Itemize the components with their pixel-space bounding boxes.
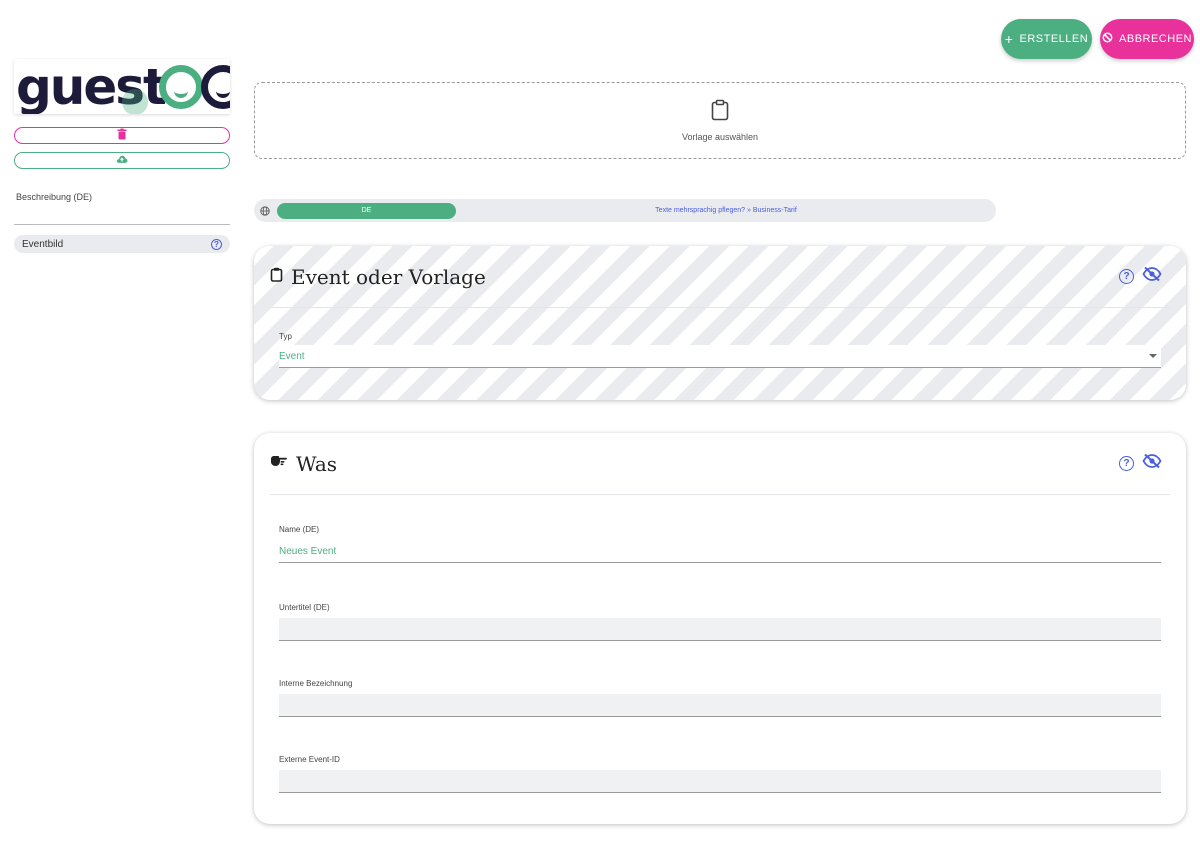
description-input[interactable] [14, 224, 230, 225]
card-header: Was ? [270, 433, 1170, 495]
logo-overlay [122, 89, 148, 114]
language-tab-de[interactable]: DE [277, 202, 456, 219]
eye-off-icon[interactable] [1142, 453, 1162, 474]
name-input[interactable]: Neues Event [279, 540, 1161, 563]
cloud-upload-icon [116, 152, 128, 170]
event-or-template-card: Event oder Vorlage ? Typ Event [254, 246, 1186, 400]
internal-name-field: Interne Bezeichnung [279, 679, 1161, 717]
subtitle-field: Untertitel (DE) [279, 603, 1161, 641]
help-icon[interactable]: ? [1119, 269, 1134, 284]
eye-off-icon[interactable] [1142, 266, 1162, 287]
description-label: Beschreibung (DE) [16, 192, 93, 202]
card-title: Event oder Vorlage [291, 264, 486, 289]
type-field: Typ Event [279, 332, 1161, 368]
template-select-area[interactable]: Vorlage auswählen [254, 82, 1186, 159]
cancel-button-label: ABBRECHEN [1119, 33, 1192, 45]
type-label: Typ [279, 332, 292, 341]
create-button[interactable]: + ERSTELLEN [1001, 19, 1092, 59]
help-icon[interactable]: ? [1119, 456, 1134, 471]
language-bar: DE Texte mehrsprachig pflegen? » Busines… [254, 199, 996, 222]
delete-image-button[interactable] [14, 127, 230, 144]
subtitle-label: Untertitel (DE) [279, 603, 330, 612]
type-select[interactable]: Event [279, 345, 1161, 368]
external-id-label: Externe Event-ID [279, 755, 340, 764]
cancel-button[interactable]: ABBRECHEN [1100, 19, 1194, 59]
external-id-input[interactable] [279, 770, 1161, 793]
clipboard-icon [270, 267, 283, 287]
multilingual-upsell-link[interactable]: Texte mehrsprachig pflegen? » Business-T… [456, 207, 996, 214]
event-logo[interactable]: guest [14, 59, 230, 114]
hand-point-icon [270, 454, 288, 473]
card-title: Was [296, 451, 338, 476]
internal-name-input[interactable] [279, 694, 1161, 717]
clipboard-icon [710, 99, 730, 126]
chevron-down-icon [1149, 354, 1157, 358]
eventbild-section[interactable]: Eventbild ? [14, 235, 230, 253]
what-card: Was ? Name (DE) Neues Event Untertitel (… [254, 433, 1186, 824]
globe-icon [254, 205, 276, 216]
name-field: Name (DE) Neues Event [279, 525, 1161, 563]
ban-icon [1102, 32, 1113, 46]
internal-name-label: Interne Bezeichnung [279, 679, 353, 688]
logo-eyes-icon [158, 64, 230, 109]
name-label: Name (DE) [279, 525, 320, 534]
subtitle-input[interactable] [279, 618, 1161, 641]
plus-icon: + [1004, 31, 1014, 47]
type-value: Event [279, 350, 305, 362]
trash-icon [116, 127, 128, 145]
eventbild-label: Eventbild [22, 238, 64, 250]
upload-image-button[interactable] [14, 152, 230, 169]
help-icon[interactable]: ? [211, 238, 222, 250]
create-button-label: ERSTELLEN [1019, 33, 1089, 45]
template-select-label: Vorlage auswählen [681, 132, 759, 142]
external-id-field: Externe Event-ID [279, 755, 1161, 793]
card-header: Event oder Vorlage ? [270, 246, 1170, 308]
